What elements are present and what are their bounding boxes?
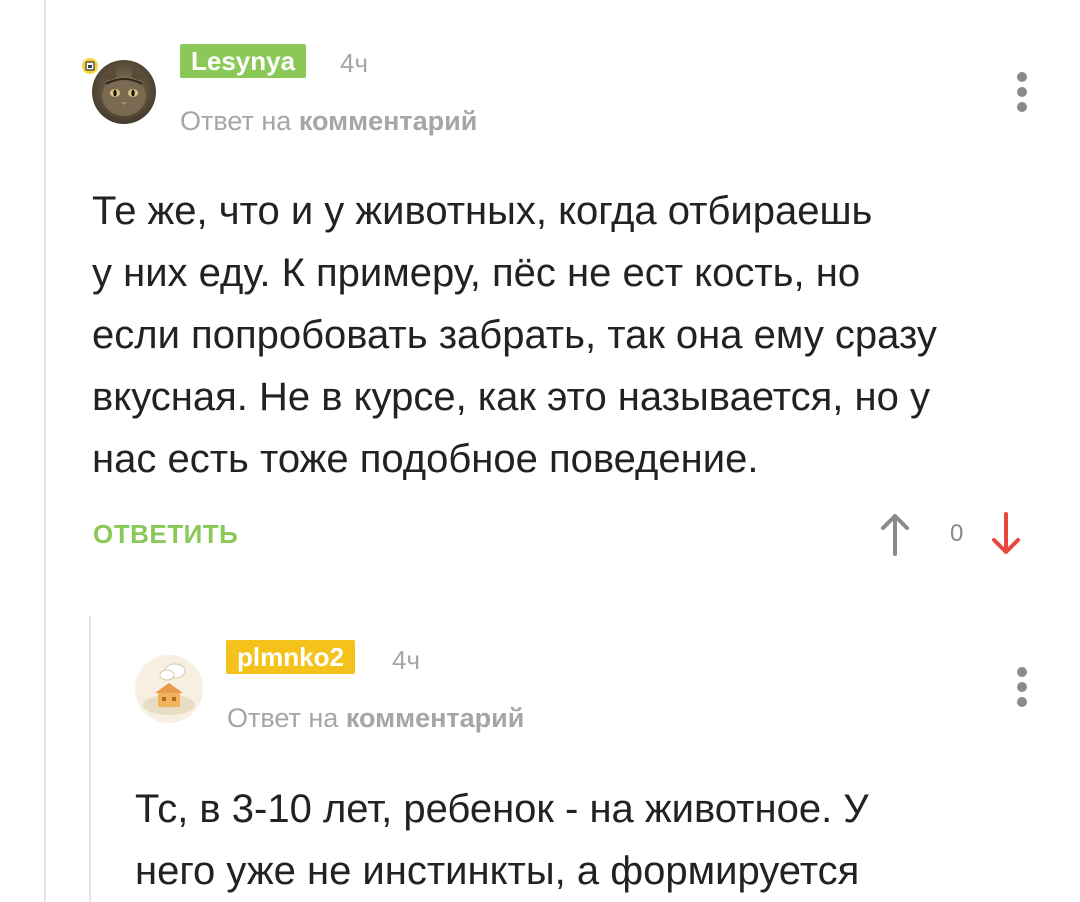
vote-controls: 0 (878, 512, 1023, 556)
avatar[interactable] (92, 60, 156, 124)
timestamp: 4ч (340, 48, 369, 78)
more-menu-icon[interactable] (1014, 72, 1030, 112)
reply-to: Ответ на комментарий (227, 703, 524, 734)
comment-text: Тс, в 3-10 лет, ребенок - на животное. У… (135, 787, 869, 893)
thread-line-nested (89, 616, 91, 902)
reply-to-prefix: Ответ на (180, 106, 292, 136)
more-menu-icon[interactable] (1014, 667, 1030, 707)
username[interactable]: plmnko2 (226, 640, 355, 674)
house-avatar-icon (135, 655, 203, 723)
reply-to: Ответ на комментарий (180, 106, 477, 137)
reply-to-link[interactable]: комментарий (299, 106, 478, 136)
timestamp: 4ч (392, 645, 421, 675)
reply-to-link[interactable]: комментарий (346, 703, 525, 733)
downvote-icon[interactable] (989, 512, 1023, 556)
upvote-icon[interactable] (878, 512, 912, 556)
badge-icon (80, 56, 100, 76)
reply-to-prefix: Ответ на (227, 703, 339, 733)
username[interactable]: Lesynya (180, 44, 307, 78)
thread-line-outer (44, 0, 46, 902)
cat-avatar-icon (92, 60, 156, 124)
reply-button[interactable]: ОТВЕТИТЬ (93, 519, 238, 550)
score: 0 (950, 520, 964, 547)
comment-text: Те же, что и у животных, когда отбираешь… (92, 189, 937, 481)
avatar[interactable] (135, 655, 203, 723)
